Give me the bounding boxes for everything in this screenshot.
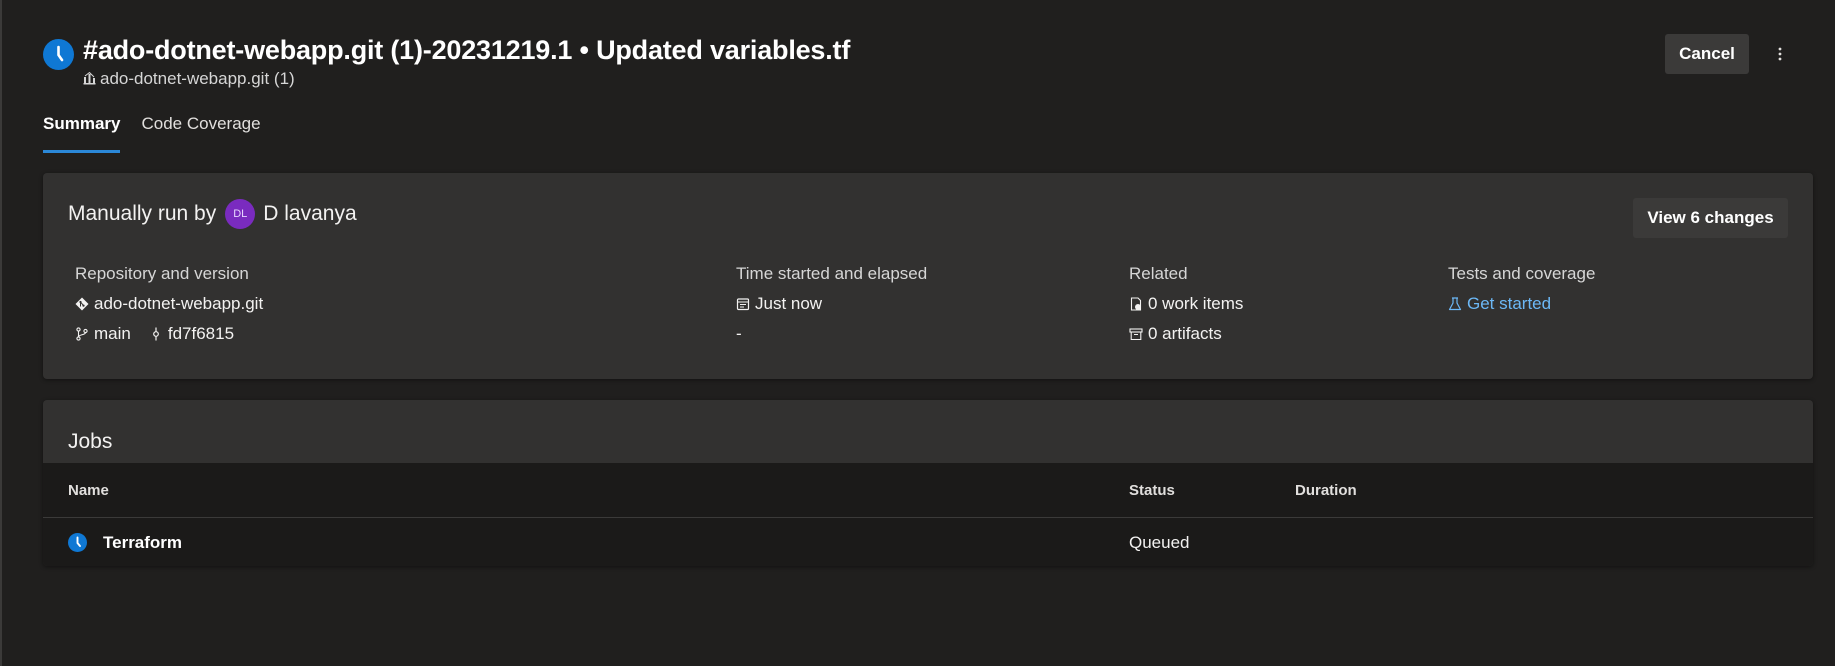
table-header-row: Name Status Duration <box>43 463 1813 518</box>
time-elapsed: - <box>736 324 742 343</box>
tests-column: Tests and coverage Get started <box>1448 264 1595 314</box>
version-line: main fd7f6815 <box>75 324 263 344</box>
run-by-label: Manually run by <box>68 202 217 225</box>
repository-link[interactable]: ado-dotnet-webapp.git <box>75 294 263 314</box>
avatar: DL <box>225 199 256 229</box>
branch-icon <box>76 327 88 341</box>
jobs-card: Jobs Name Status Duration Terraform Queu… <box>43 400 1813 566</box>
repository-name: ado-dotnet-webapp.git <box>94 294 264 313</box>
pipeline-link[interactable]: ado-dotnet-webapp.git (1) <box>83 69 295 89</box>
artifact-icon <box>1129 328 1143 341</box>
job-name: Terraform <box>103 533 183 552</box>
more-options-icon[interactable] <box>1765 34 1795 74</box>
time-heading: Time started and elapsed <box>736 264 928 283</box>
clock-icon <box>43 39 74 70</box>
run-header: #ado-dotnet-webapp.git (1)-20231219.1 • … <box>43 33 1795 93</box>
tab-summary[interactable]: Summary <box>43 110 121 153</box>
get-started-link[interactable]: Get started <box>1448 294 1595 314</box>
jobs-table: Name Status Duration Terraform Queued <box>43 463 1813 566</box>
work-items-count: 0 work items <box>1148 294 1244 313</box>
calendar-icon <box>736 298 750 311</box>
related-column: Related 0 work items 0 artifacts <box>1129 264 1243 344</box>
artifacts-link[interactable]: 0 artifacts <box>1129 324 1243 344</box>
git-repo-icon <box>75 297 89 311</box>
branch-name[interactable]: main <box>94 324 131 344</box>
page-title: #ado-dotnet-webapp.git (1)-20231219.1 • … <box>83 35 851 65</box>
table-row[interactable]: Terraform Queued <box>43 519 1813 566</box>
column-header-status[interactable]: Status <box>1129 482 1175 499</box>
summary-card: Manually run by DL D lavanya View 6 chan… <box>43 173 1813 379</box>
column-header-duration[interactable]: Duration <box>1295 482 1357 499</box>
related-heading: Related <box>1129 264 1188 283</box>
work-items-link[interactable]: 0 work items <box>1129 294 1243 314</box>
user-name[interactable]: D lavanya <box>263 202 356 226</box>
tab-bar: Summary Code Coverage <box>43 110 282 154</box>
column-header-name[interactable]: Name <box>68 482 109 499</box>
cancel-button[interactable]: Cancel <box>1665 34 1749 74</box>
get-started-label: Get started <box>1467 294 1552 313</box>
time-started-line: Just now <box>736 294 927 314</box>
beaker-icon <box>1448 297 1462 311</box>
run-by: Manually run by DL D lavanya <box>68 199 357 229</box>
commit-icon <box>152 327 159 341</box>
repository-heading: Repository and version <box>75 264 249 283</box>
artifacts-count: 0 artifacts <box>1148 324 1222 343</box>
pipeline-name: ado-dotnet-webapp.git (1) <box>100 69 295 88</box>
view-changes-button[interactable]: View 6 changes <box>1633 198 1788 238</box>
jobs-title: Jobs <box>68 430 113 453</box>
commit-id[interactable]: fd7f6815 <box>168 324 234 344</box>
job-status: Queued <box>1129 533 1190 552</box>
work-item-icon <box>1130 297 1142 311</box>
time-started: Just now <box>755 294 823 313</box>
tab-code-coverage[interactable]: Code Coverage <box>141 110 260 153</box>
clock-icon <box>68 533 87 552</box>
window-edge <box>0 0 2 666</box>
time-column: Time started and elapsed Just now - <box>736 264 927 344</box>
tests-heading: Tests and coverage <box>1448 264 1596 283</box>
pipeline-icon <box>83 71 96 85</box>
repository-column: Repository and version ado-dotnet-webapp… <box>75 264 263 344</box>
